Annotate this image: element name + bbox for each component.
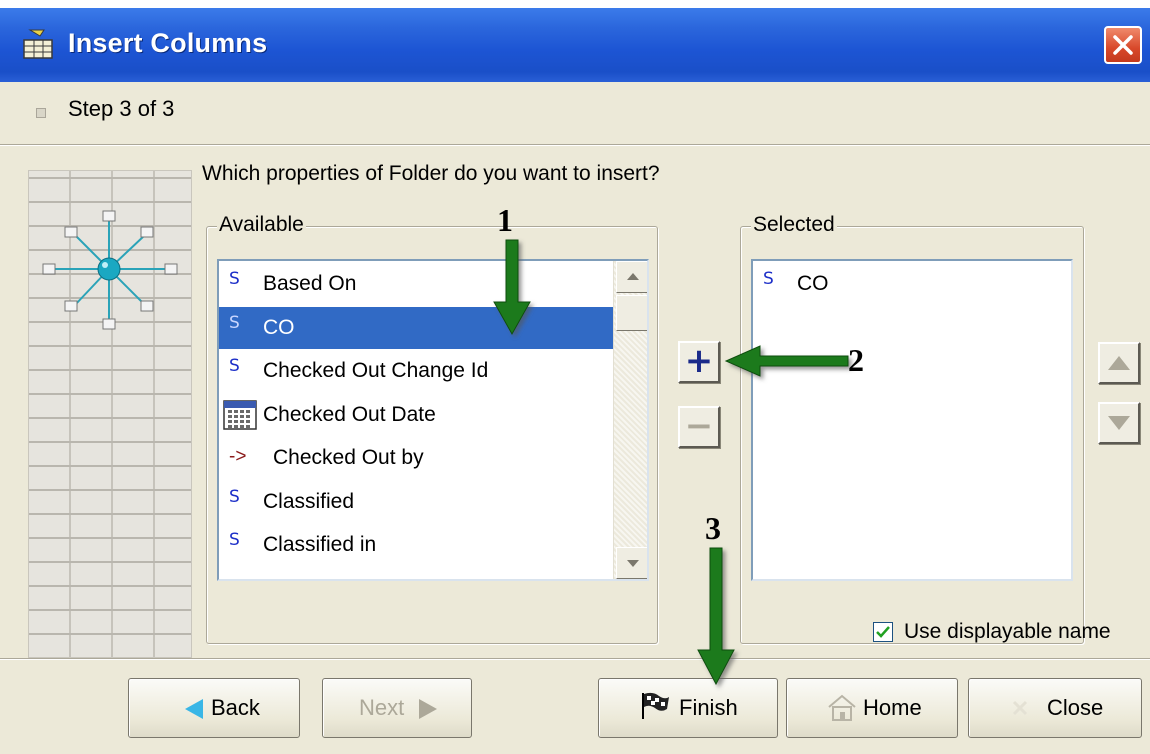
header-divider bbox=[0, 144, 1150, 146]
footer-divider bbox=[0, 658, 1150, 660]
calendar-icon bbox=[223, 399, 257, 430]
available-label: Available bbox=[217, 213, 306, 237]
reference-arrow-icon: -> bbox=[229, 446, 247, 467]
item-label: Classified bbox=[263, 489, 355, 513]
close-button[interactable]: Close bbox=[968, 678, 1142, 738]
available-list-item[interactable]: S Classified bbox=[219, 481, 613, 523]
item-label: Checked Out by bbox=[273, 446, 424, 469]
add-column-button[interactable]: + bbox=[678, 341, 720, 383]
item-label: Checked Out Change Id bbox=[263, 359, 489, 382]
scroll-down-button[interactable] bbox=[616, 547, 647, 579]
home-icon bbox=[828, 694, 856, 721]
network-node-icon bbox=[42, 210, 178, 330]
s-type-icon: S bbox=[229, 269, 240, 289]
item-label: CO bbox=[797, 272, 829, 295]
wizard-side-image bbox=[28, 170, 192, 658]
selected-group: Selected S CO bbox=[740, 213, 1084, 644]
finish-button[interactable]: Finish bbox=[598, 678, 778, 738]
dialog-body: Step 3 of 3 Which properties of Folder d… bbox=[0, 82, 1150, 754]
table-insert-icon bbox=[23, 29, 53, 59]
step-bullet-icon bbox=[36, 108, 46, 118]
scroll-up-icon bbox=[627, 273, 639, 280]
item-label: CO bbox=[263, 315, 295, 339]
available-list-item[interactable]: S Classified in bbox=[219, 524, 613, 566]
s-type-icon: S bbox=[763, 269, 774, 289]
question-text: Which properties of Folder do you want t… bbox=[202, 162, 660, 185]
checkmark-icon bbox=[876, 626, 890, 638]
next-arrow-icon bbox=[419, 699, 437, 719]
next-button[interactable]: Next bbox=[322, 678, 472, 738]
available-list-item[interactable]: -> Checked Out by bbox=[219, 437, 613, 479]
s-type-icon: S bbox=[229, 530, 240, 550]
annotation-label-3: 3 bbox=[705, 510, 721, 546]
s-type-icon: S bbox=[229, 356, 240, 376]
close-label: Close bbox=[1047, 695, 1104, 720]
annotation-label-2: 2 bbox=[848, 342, 864, 378]
step-text: Step 3 of 3 bbox=[68, 96, 175, 121]
use-displayable-name-checkbox[interactable] bbox=[873, 622, 893, 642]
selected-label: Selected bbox=[751, 213, 837, 237]
use-displayable-name-label[interactable]: Use displayable name bbox=[904, 620, 1111, 644]
move-up-button[interactable] bbox=[1098, 342, 1140, 384]
scroll-up-button[interactable] bbox=[616, 261, 647, 293]
back-label: Back bbox=[211, 695, 260, 720]
item-label: Checked Out Date bbox=[263, 402, 436, 426]
s-type-icon: S bbox=[229, 486, 240, 507]
scroll-down-icon bbox=[627, 560, 639, 567]
back-arrow-icon bbox=[185, 699, 203, 719]
remove-column-button[interactable]: − bbox=[678, 406, 720, 448]
title-bar[interactable]: Insert Columns bbox=[0, 0, 1150, 82]
window-title: Insert Columns bbox=[68, 28, 268, 58]
move-up-icon bbox=[1108, 356, 1130, 370]
add-icon: + bbox=[684, 341, 714, 381]
close-x-icon bbox=[1012, 700, 1028, 716]
item-label: Classified in bbox=[263, 533, 377, 556]
finish-label: Finish bbox=[679, 695, 738, 720]
next-label: Next bbox=[359, 695, 405, 720]
insert-columns-dialog: Insert Columns Step 3 of 3 Which propert… bbox=[0, 0, 1150, 754]
close-icon[interactable] bbox=[1104, 26, 1142, 64]
home-label: Home bbox=[863, 695, 922, 720]
back-button[interactable]: Back bbox=[128, 678, 300, 738]
checkered-flag-icon bbox=[642, 692, 669, 719]
step-indicator: Step 3 of 3 bbox=[0, 82, 1150, 144]
available-list-item[interactable]: S CO bbox=[219, 306, 613, 349]
available-scrollbar[interactable] bbox=[613, 261, 647, 579]
move-down-button[interactable] bbox=[1098, 402, 1140, 444]
available-list-item[interactable]: S Checked Out Change Id bbox=[219, 350, 613, 392]
item-label: Based On bbox=[263, 272, 357, 295]
available-group: Available S Based On S CO S Checked Out Chang… bbox=[206, 213, 658, 644]
available-list[interactable]: S Based On S CO S Checked Out Change Id Checke… bbox=[217, 259, 649, 581]
scroll-thumb[interactable] bbox=[616, 295, 647, 331]
available-list-item[interactable]: Checked Out Date bbox=[219, 394, 613, 436]
available-list-item[interactable]: S Based On bbox=[219, 263, 613, 305]
home-button[interactable]: Home bbox=[786, 678, 958, 738]
s-type-icon: S bbox=[229, 312, 240, 333]
move-down-icon bbox=[1108, 416, 1130, 430]
selected-list[interactable]: S CO bbox=[751, 259, 1073, 581]
annotation-label-1: 1 bbox=[497, 202, 513, 238]
selected-list-item[interactable]: S CO bbox=[753, 263, 1071, 305]
remove-icon: − bbox=[684, 406, 714, 446]
